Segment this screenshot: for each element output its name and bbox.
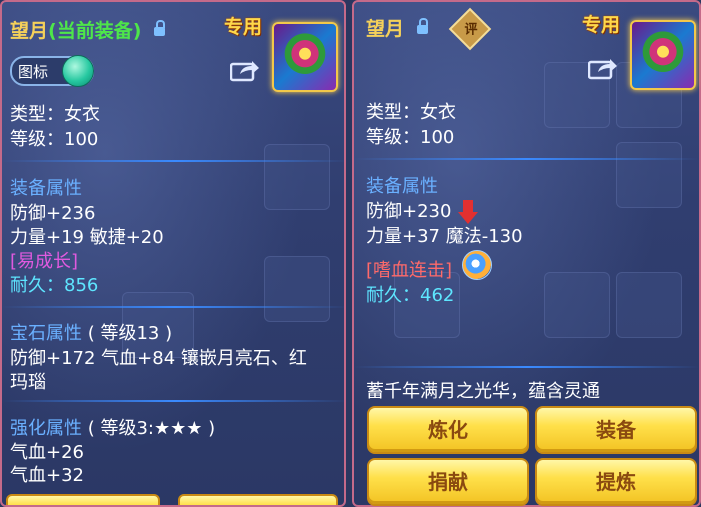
item-portrait-icon	[630, 20, 696, 90]
equip-button[interactable]: 装备	[535, 406, 697, 454]
current-equipped-tag: (当前装备)	[48, 20, 142, 42]
type-line: 类型：女衣	[366, 102, 456, 123]
bg-slot	[616, 272, 682, 338]
durability-label: 耐久：	[366, 285, 420, 306]
icon-toggle[interactable]: 图标	[10, 55, 94, 87]
level-line: 等级：100	[366, 127, 455, 148]
level-line: 等级：100	[10, 129, 99, 150]
bg-slot	[616, 142, 682, 208]
stat-str-mag: 力量+37 魔法-130	[366, 226, 523, 247]
stat-defense: 防御+236	[10, 203, 96, 224]
equip-attr-heading: 装备属性	[10, 178, 82, 199]
gem-attr-line: 宝石属性 ( 等级13 )	[10, 319, 172, 345]
lock-icon	[154, 20, 166, 36]
stat-defense: 防御+230	[366, 201, 452, 222]
toggle-knob[interactable]	[62, 55, 94, 87]
bg-slot	[264, 256, 330, 322]
durability-label: 耐久：	[10, 275, 64, 296]
durability-value: 856	[64, 275, 99, 296]
gem-stats: 防御+172 气血+84 镶嵌月亮石、红	[10, 348, 307, 369]
durability-line: 耐久：856	[10, 271, 98, 297]
stat-str-agi: 力量+19 敏捷+20	[10, 227, 164, 248]
bg-slot	[264, 144, 330, 210]
gem-attr-heading: 宝石属性	[10, 323, 82, 344]
icon-toggle-label: 图标	[18, 63, 49, 81]
divider	[2, 400, 344, 402]
lock-icon	[416, 18, 428, 34]
enhance-attr-heading: 强化属性	[10, 418, 82, 439]
enhance-attr-line: 强化属性 ( 等级3:★★★ )	[10, 414, 215, 440]
gem-level: ( 等级13 )	[87, 323, 173, 344]
enhance-level: ( 等级3:★★★ )	[87, 418, 216, 439]
divider	[354, 158, 699, 160]
divider	[2, 160, 344, 162]
current-item-tooltip: 望月(当前装备) 专用 图标 类型：女衣 等级：100 装备属性 防御+236 …	[0, 0, 346, 507]
item-name: 望月(当前装备)	[10, 16, 166, 43]
bg-slot	[544, 272, 610, 338]
divider	[354, 366, 699, 368]
durability-line: 耐久：462	[366, 281, 454, 307]
enhance-stat-2: 气血+32	[10, 465, 84, 486]
item-portrait-icon	[272, 22, 338, 92]
divider	[2, 306, 344, 308]
partial-button[interactable]	[178, 494, 338, 505]
donate-button[interactable]: 捐献	[367, 458, 529, 506]
equip-attr-heading: 装备属性	[366, 176, 438, 197]
partial-button[interactable]	[6, 494, 160, 505]
special-effect: [易成长]	[10, 251, 79, 272]
durability-value: 462	[420, 285, 455, 306]
share-icon[interactable]	[588, 56, 618, 80]
refine-button[interactable]: 炼化	[367, 406, 529, 454]
exclusive-badge: 专用	[582, 14, 621, 36]
type-line: 类型：女衣	[10, 104, 100, 125]
gem-stats-cont: 玛瑙	[10, 372, 46, 393]
compare-item-name: 望月	[366, 14, 428, 41]
exclusive-badge: 专用	[224, 16, 263, 38]
special-effect: [嗜血连击]	[366, 260, 453, 281]
extract-button[interactable]: 提炼	[535, 458, 697, 506]
share-icon[interactable]	[230, 58, 260, 82]
skill-swirl-icon[interactable]	[462, 250, 492, 280]
item-description: 蓄千年满月之光华，蕴含灵通	[366, 381, 600, 402]
